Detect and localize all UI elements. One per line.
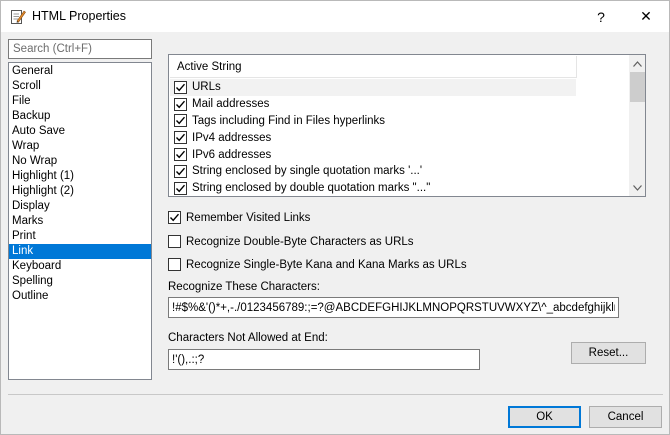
category-list[interactable]: General Scroll File Backup Auto Save Wra… [8,62,152,380]
title-bar: HTML Properties ? ✕ [1,1,669,32]
column-divider [576,56,577,78]
list-item-label: Tags including Find in Files hyperlinks [192,114,386,127]
scroll-down-arrow-icon[interactable] [629,179,645,196]
category-item-display[interactable]: Display [9,199,151,214]
not-allowed-at-end-input[interactable] [169,350,479,369]
search-box[interactable] [8,39,152,59]
category-item-keyboard[interactable]: Keyboard [9,259,151,274]
not-allowed-at-end-label: Characters Not Allowed at End: [168,332,328,344]
category-item-wrap[interactable]: Wrap [9,139,151,154]
not-allowed-at-end-field[interactable] [168,349,480,370]
category-item-file[interactable]: File [9,94,151,109]
list-item-label: String enclosed by double quotation mark… [192,182,431,195]
checkbox[interactable] [174,164,187,178]
list-item-double-quotes[interactable]: String enclosed by double quotation mark… [170,180,629,196]
reset-button[interactable]: Reset... [571,342,646,364]
category-item-marks[interactable]: Marks [9,214,151,229]
close-button[interactable]: ✕ [623,1,669,32]
list-item-single-quotes[interactable]: String enclosed by single quotation mark… [170,163,629,180]
checkbox[interactable] [174,181,187,195]
window-title: HTML Properties [32,9,127,23]
list-item-tags[interactable]: Tags including Find in Files hyperlinks [170,113,629,130]
double-byte-urls-label: Recognize Double-Byte Characters as URLs [186,235,414,248]
category-item-no-wrap[interactable]: No Wrap [9,154,151,169]
ok-button[interactable]: OK [508,406,581,428]
active-string-list[interactable]: Active String URLs Mail addresses Tags i… [168,54,646,197]
double-byte-urls-option[interactable]: Recognize Double-Byte Characters as URLs [168,235,414,248]
category-item-spelling[interactable]: Spelling [9,274,151,289]
category-item-link[interactable]: Link [9,244,151,259]
scrollbar-thumb[interactable] [630,72,645,102]
remember-visited-links-label: Remember Visited Links [186,211,311,224]
category-item-scroll[interactable]: Scroll [9,79,151,94]
checkbox[interactable] [174,80,187,94]
list-item-label: IPv4 addresses [192,131,272,144]
list-item-mail-addresses[interactable]: Mail addresses [170,96,629,113]
html-properties-dialog: HTML Properties ? ✕ General Scroll File … [0,0,670,435]
scroll-up-arrow-icon[interactable] [629,55,645,72]
recognize-characters-field[interactable] [168,297,619,318]
single-byte-kana-option[interactable]: Recognize Single-Byte Kana and Kana Mark… [168,258,467,271]
category-item-print[interactable]: Print [9,229,151,244]
close-icon: ✕ [640,8,652,24]
checkbox[interactable] [174,97,187,111]
checkbox[interactable] [174,131,187,145]
remember-visited-links-checkbox[interactable] [168,211,181,224]
list-item-label: URLs [192,81,221,94]
category-item-auto-save[interactable]: Auto Save [9,124,151,139]
list-item-label: IPv6 addresses [192,148,272,161]
list-item-label: String enclosed by single quotation mark… [192,165,423,178]
checkbox[interactable] [174,148,187,162]
help-button[interactable]: ? [578,1,624,32]
list-item-urls[interactable]: URLs [170,79,576,96]
list-item-label: Mail addresses [192,98,270,111]
document-pencil-icon [10,8,26,25]
category-item-outline[interactable]: Outline [9,289,151,304]
single-byte-kana-label: Recognize Single-Byte Kana and Kana Mark… [186,258,467,271]
cancel-button[interactable]: Cancel [589,406,662,428]
single-byte-kana-checkbox[interactable] [168,258,181,271]
remember-visited-links-option[interactable]: Remember Visited Links [168,211,310,224]
double-byte-urls-checkbox[interactable] [168,235,181,248]
category-item-general[interactable]: General [9,64,151,79]
recognize-characters-input[interactable] [169,298,618,317]
list-item-ipv4[interactable]: IPv4 addresses [170,129,629,146]
footer-divider [8,394,663,395]
category-item-highlight-1[interactable]: Highlight (1) [9,169,151,184]
active-string-header[interactable]: Active String [170,56,576,78]
category-item-backup[interactable]: Backup [9,109,151,124]
checkbox[interactable] [174,114,187,128]
vertical-scrollbar[interactable] [629,55,645,196]
recognize-characters-label: Recognize These Characters: [168,281,320,293]
help-icon: ? [597,8,605,25]
list-item-ipv6[interactable]: IPv6 addresses [170,146,629,163]
category-item-highlight-2[interactable]: Highlight (2) [9,184,151,199]
search-input[interactable] [9,40,151,58]
